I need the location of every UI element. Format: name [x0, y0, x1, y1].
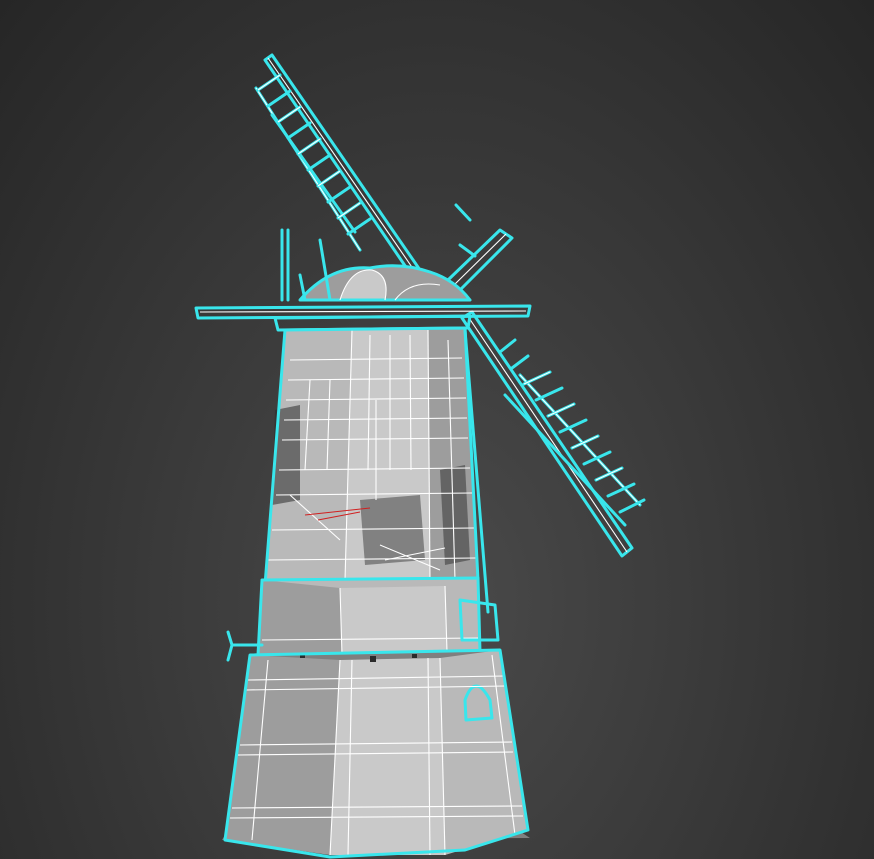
3d-viewport[interactable]: [0, 0, 874, 859]
upper-tower[interactable]: [263, 326, 490, 614]
cap-platform[interactable]: [194, 304, 532, 332]
windmill-cap[interactable]: [280, 228, 472, 302]
windmill-model[interactable]: [0, 0, 874, 859]
lower-base[interactable]: [222, 648, 530, 859]
sail-upper-right-stub[interactable]: [446, 203, 514, 292]
middle-gallery[interactable]: [226, 576, 500, 662]
sail-lower-right[interactable]: [460, 310, 646, 558]
